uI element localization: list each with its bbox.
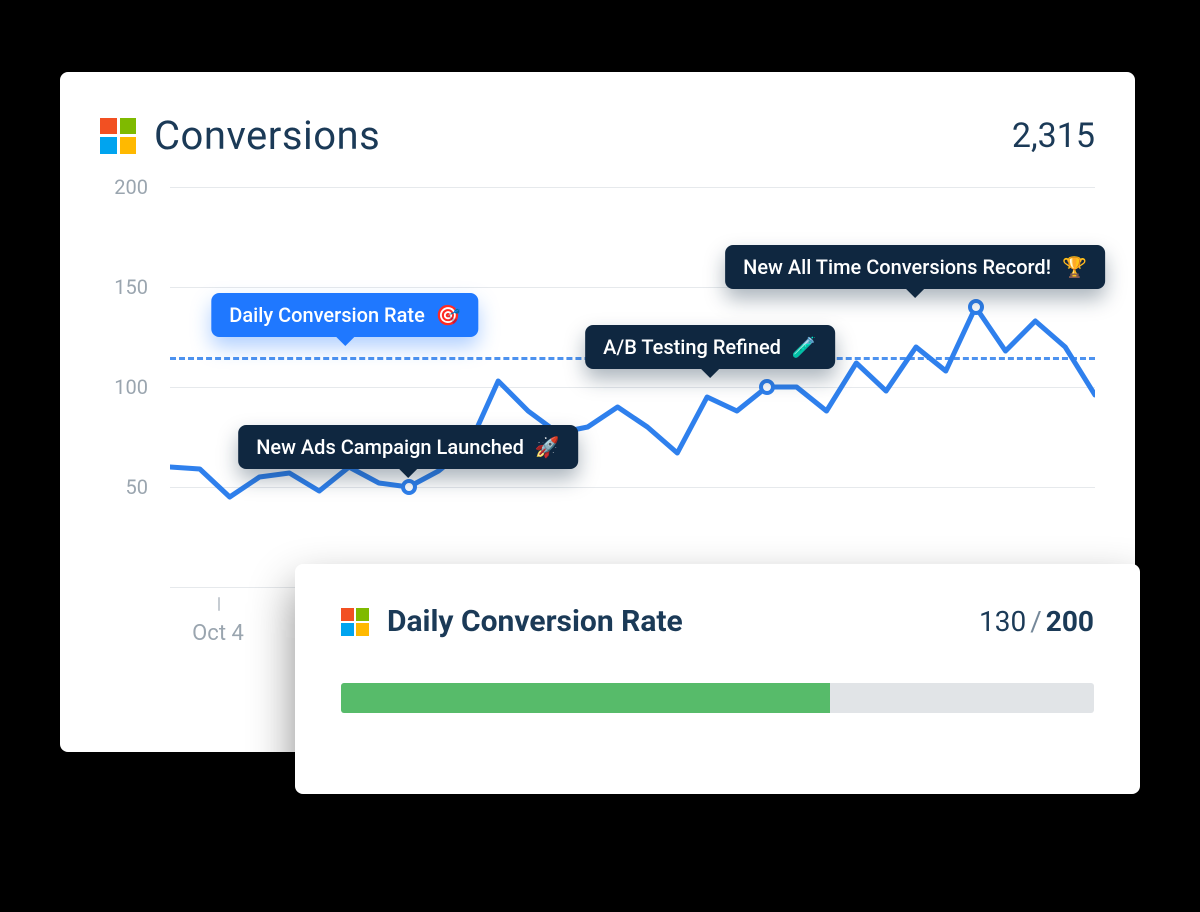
marker-ab	[759, 379, 775, 395]
y-tick-50: 50	[126, 475, 148, 499]
microsoft-logo-icon	[100, 118, 136, 154]
y-tick-200: 200	[114, 175, 148, 199]
progress-current: 130	[979, 605, 1026, 638]
y-tick-150: 150	[114, 275, 148, 299]
progress-goal: 200	[1046, 605, 1094, 638]
progress-separator: /	[1026, 605, 1046, 638]
x-tick-mark	[218, 597, 220, 611]
target-annotation[interactable]: Daily Conversion Rate 🎯	[211, 293, 478, 337]
progress-header: Daily Conversion Rate 130/200	[341, 604, 1094, 639]
annotation-record-text: New All Time Conversions Record!	[743, 255, 1051, 279]
card-title: Conversions	[154, 112, 380, 159]
test-tube-icon: 🧪	[792, 335, 817, 359]
progress-numbers: 130/200	[979, 605, 1094, 638]
annotation-ab-text: A/B Testing Refined	[603, 335, 781, 359]
annotation-ads[interactable]: New Ads Campaign Launched 🚀	[238, 425, 578, 469]
trophy-icon: 🏆	[1062, 255, 1087, 279]
target-annotation-text: Daily Conversion Rate	[229, 303, 425, 327]
metric-total: 2,315	[1012, 116, 1095, 156]
target-icon: 🎯	[436, 303, 461, 327]
microsoft-logo-icon	[341, 608, 369, 636]
y-tick-100: 100	[114, 375, 148, 399]
title-group: Conversions	[100, 112, 380, 159]
progress-title: Daily Conversion Rate	[387, 604, 683, 639]
annotation-ads-text: New Ads Campaign Launched	[256, 435, 524, 459]
progress-card: Daily Conversion Rate 130/200	[295, 564, 1140, 794]
progress-fill	[341, 683, 830, 713]
y-axis: 50 100 150 200	[100, 187, 160, 657]
annotation-ab[interactable]: A/B Testing Refined 🧪	[585, 325, 835, 369]
x-tick-oct4: Oct 4	[192, 621, 244, 646]
marker-ads	[401, 479, 417, 495]
card-header: Conversions 2,315	[100, 112, 1095, 159]
rocket-icon: 🚀	[535, 435, 560, 459]
annotation-record[interactable]: New All Time Conversions Record! 🏆	[725, 245, 1105, 289]
progress-title-group: Daily Conversion Rate	[341, 604, 683, 639]
marker-record	[968, 299, 984, 315]
progress-bar	[341, 683, 1094, 713]
